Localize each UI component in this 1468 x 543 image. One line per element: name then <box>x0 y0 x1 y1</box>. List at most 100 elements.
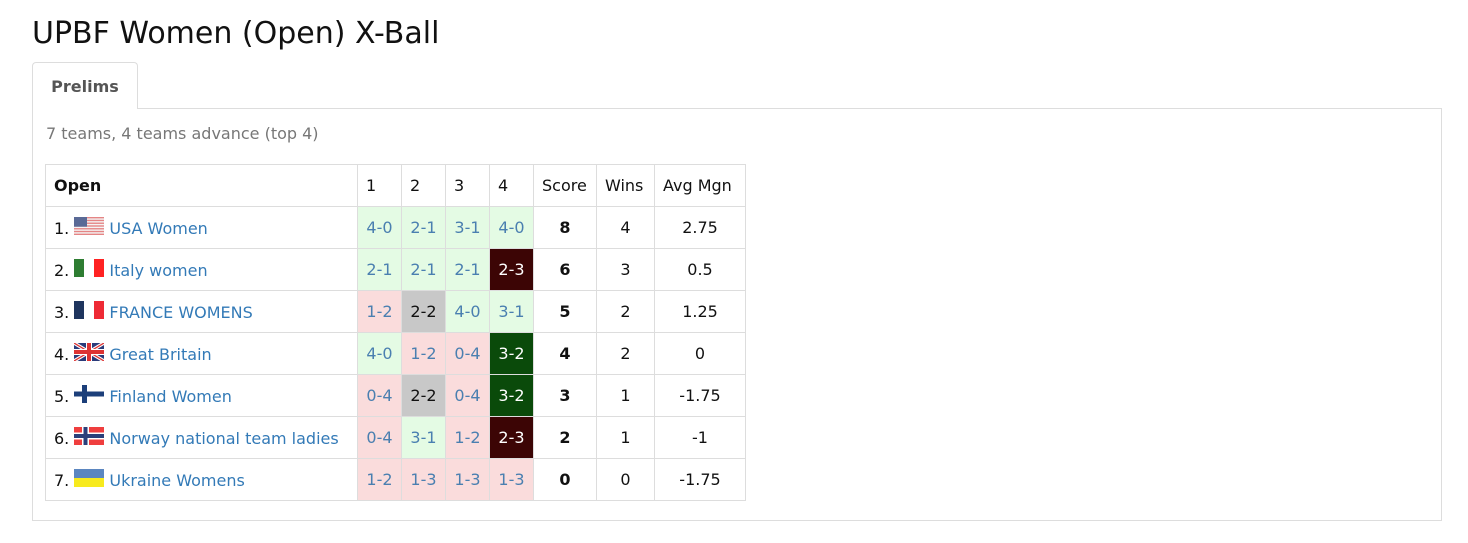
team-link[interactable]: Finland Women <box>109 387 232 406</box>
team-link[interactable]: FRANCE WOMENS <box>109 303 252 322</box>
result-link[interactable]: 1-2 <box>366 470 392 489</box>
result-link[interactable]: 2-2 <box>410 386 436 405</box>
result-cell-round-3: 1-3 <box>445 458 490 501</box>
result-link[interactable]: 4-0 <box>366 344 392 363</box>
italy-flag-icon <box>74 259 105 277</box>
header-round-2: 2 <box>401 164 446 207</box>
team-link[interactable]: Norway national team ladies <box>109 429 338 448</box>
usa-flag-icon <box>74 217 105 235</box>
table-row: 2. Italy women 2-1 2-1 2-1 2-3 6 3 0.5 <box>45 248 746 291</box>
wins-cell: 2 <box>596 332 655 375</box>
result-cell-round-3: 0-4 <box>445 332 490 375</box>
score-cell: 5 <box>533 290 597 333</box>
result-cell-round-3: 2-1 <box>445 248 490 291</box>
header-group: Open <box>45 164 358 207</box>
result-link[interactable]: 2-1 <box>410 218 436 237</box>
table-row: 4. Great Britain 4-0 1-2 0-4 3-2 4 2 0 <box>45 332 746 375</box>
header-avg-margin: Avg Mgn <box>654 164 746 207</box>
france-flag-icon <box>74 301 105 319</box>
result-link[interactable]: 1-3 <box>454 470 480 489</box>
team-link[interactable]: Great Britain <box>109 345 211 364</box>
team-cell: 4. Great Britain <box>45 332 358 375</box>
avg-margin-cell: 0.5 <box>654 248 746 291</box>
result-cell-round-1: 0-4 <box>357 374 402 417</box>
rank: 4. <box>54 345 70 364</box>
result-link[interactable]: 2-1 <box>366 260 392 279</box>
table-row: 3. FRANCE WOMENS 1-2 2-2 4-0 3-1 5 2 1.25 <box>45 290 746 333</box>
avg-margin-cell: 0 <box>654 332 746 375</box>
team-link[interactable]: Italy women <box>109 261 207 280</box>
result-link[interactable]: 4-0 <box>366 218 392 237</box>
rank: 3. <box>54 303 70 322</box>
rank: 1. <box>54 219 70 238</box>
result-cell-round-1: 2-1 <box>357 248 402 291</box>
result-cell-round-4: 3-1 <box>489 290 534 333</box>
result-link[interactable]: 4-0 <box>498 218 524 237</box>
team-cell: 2. Italy women <box>45 248 358 291</box>
result-cell-round-1: 4-0 <box>357 206 402 249</box>
result-link[interactable]: 1-2 <box>454 428 480 447</box>
team-link[interactable]: Ukraine Womens <box>109 471 244 490</box>
wins-cell: 1 <box>596 416 655 459</box>
page-title: UPBF Women (Open) X-Ball <box>32 16 440 51</box>
rank: 7. <box>54 471 70 490</box>
score-cell: 0 <box>533 458 597 501</box>
result-link[interactable]: 4-0 <box>454 302 480 321</box>
wins-cell: 1 <box>596 374 655 417</box>
result-link[interactable]: 2-1 <box>410 260 436 279</box>
table-row: 1. USA Women 4-0 2-1 3-1 4-0 8 4 2.75 <box>45 206 746 249</box>
result-cell-round-2: 2-1 <box>401 248 446 291</box>
avg-margin-cell: 1.25 <box>654 290 746 333</box>
score-cell: 2 <box>533 416 597 459</box>
rank: 5. <box>54 387 70 406</box>
result-link[interactable]: 1-3 <box>410 470 436 489</box>
result-link[interactable]: 2-1 <box>454 260 480 279</box>
team-cell: 1. USA Women <box>45 206 358 249</box>
result-link[interactable]: 3-2 <box>498 344 524 363</box>
great-britain-flag-icon <box>74 343 105 361</box>
score-cell: 3 <box>533 374 597 417</box>
wins-cell: 0 <box>596 458 655 501</box>
result-link[interactable]: 0-4 <box>454 344 480 363</box>
tab-prelims[interactable]: Prelims <box>32 62 138 109</box>
avg-margin-cell: -1.75 <box>654 374 746 417</box>
finland-flag-icon <box>74 385 105 403</box>
advance-info: 7 teams, 4 teams advance (top 4) <box>46 124 319 143</box>
result-link[interactable]: 2-3 <box>498 428 524 447</box>
avg-margin-cell: 2.75 <box>654 206 746 249</box>
result-link[interactable]: 2-3 <box>498 260 524 279</box>
result-link[interactable]: 3-1 <box>454 218 480 237</box>
header-round-3: 3 <box>445 164 490 207</box>
result-link[interactable]: 2-2 <box>410 302 436 321</box>
result-link[interactable]: 1-2 <box>410 344 436 363</box>
header-round-1: 1 <box>357 164 402 207</box>
result-cell-round-2: 1-3 <box>401 458 446 501</box>
result-link[interactable]: 0-4 <box>366 386 392 405</box>
table-row: 6. Norway national team ladies 0-4 3-1 1-2 2… <box>45 416 746 459</box>
result-cell-round-1: 1-2 <box>357 290 402 333</box>
table-row: 7. Ukraine Womens 1-2 1-3 1-3 1-3 0 0 -1.75 <box>45 458 746 501</box>
header-round-4: 4 <box>489 164 534 207</box>
result-cell-round-4: 2-3 <box>489 416 534 459</box>
team-link[interactable]: USA Women <box>109 219 207 238</box>
result-link[interactable]: 0-4 <box>454 386 480 405</box>
wins-cell: 2 <box>596 290 655 333</box>
result-cell-round-3: 1-2 <box>445 416 490 459</box>
table-row: 5. Finland Women 0-4 2-2 0-4 3-2 3 1 -1.75 <box>45 374 746 417</box>
header-wins: Wins <box>596 164 655 207</box>
result-link[interactable]: 3-1 <box>498 302 524 321</box>
team-cell: 5. Finland Women <box>45 374 358 417</box>
result-link[interactable]: 3-2 <box>498 386 524 405</box>
score-cell: 4 <box>533 332 597 375</box>
result-cell-round-2: 1-2 <box>401 332 446 375</box>
rank: 2. <box>54 261 70 280</box>
avg-margin-cell: -1 <box>654 416 746 459</box>
rank: 6. <box>54 429 70 448</box>
result-link[interactable]: 1-2 <box>366 302 392 321</box>
result-link[interactable]: 3-1 <box>410 428 436 447</box>
team-cell: 7. Ukraine Womens <box>45 458 358 501</box>
result-cell-round-3: 0-4 <box>445 374 490 417</box>
standings-table: Open 1 2 3 4 Score Wins Avg Mgn 1. USA W… <box>45 164 746 501</box>
result-link[interactable]: 1-3 <box>498 470 524 489</box>
result-link[interactable]: 0-4 <box>366 428 392 447</box>
